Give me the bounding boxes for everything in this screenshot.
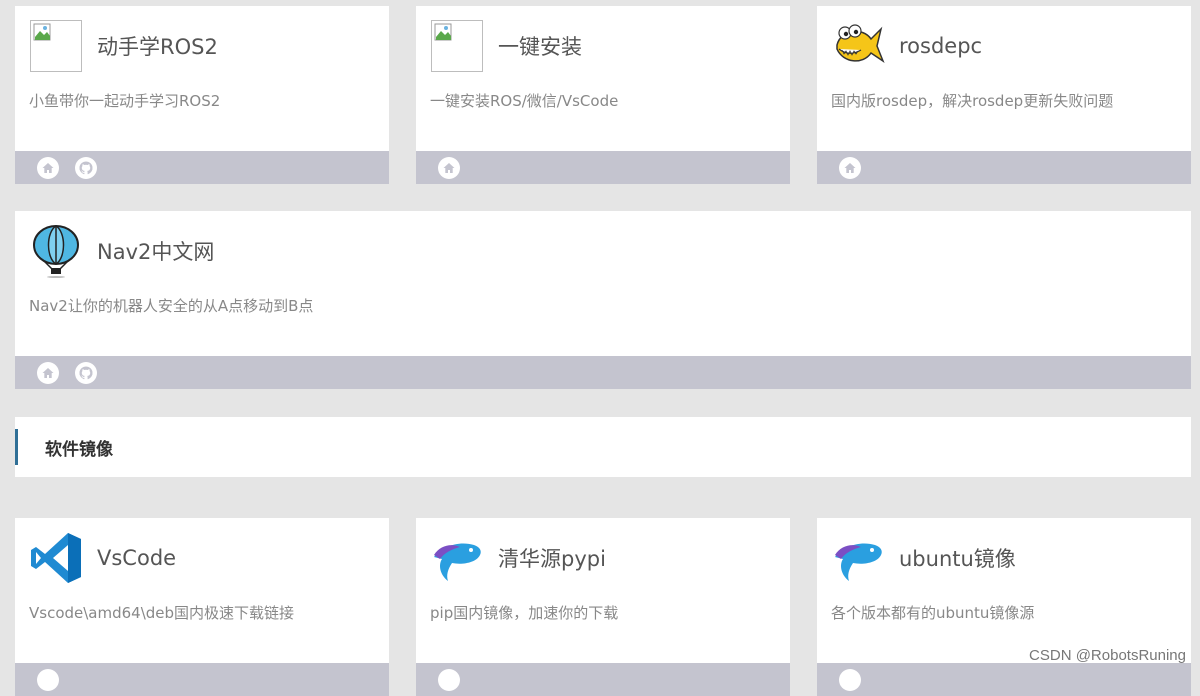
card-title[interactable]: 清华源pypi (498, 543, 606, 573)
card-description: 国内版rosdep，解决rosdep更新失败问题 (831, 92, 1114, 110)
home-icon[interactable] (37, 361, 59, 384)
card-dongshou-ros2[interactable]: 动手学ROS2 小鱼带你一起动手学习ROS2 (15, 6, 389, 184)
card-rosdepc[interactable]: rosdepc 国内版rosdep，解决rosdep更新失败问题 (817, 6, 1191, 184)
home-icon[interactable] (839, 668, 861, 691)
card-description: 各个版本都有的ubuntu镜像源 (831, 604, 1035, 622)
home-icon[interactable] (438, 668, 460, 691)
tuna-fish-icon (430, 531, 484, 585)
card-tsinghua-pypi[interactable]: 清华源pypi pip国内镜像，加速你的下载 (416, 518, 790, 696)
github-icon[interactable] (75, 156, 97, 179)
card-title[interactable]: ubuntu镜像 (899, 543, 1016, 573)
card-footer (15, 356, 1191, 389)
section-accent-bar (15, 429, 18, 465)
card-description: Vscode\amd64\deb国内极速下载链接 (29, 604, 295, 622)
home-icon[interactable] (839, 156, 861, 179)
card-footer (416, 663, 790, 696)
card-title[interactable]: rosdepc (899, 34, 982, 58)
card-ubuntu-mirror[interactable]: ubuntu镜像 各个版本都有的ubuntu镜像源 (817, 518, 1191, 696)
card-description: 一键安装ROS/微信/VsCode (430, 92, 619, 110)
card-title[interactable]: 动手学ROS2 (97, 31, 218, 61)
card-title[interactable]: 一键安装 (498, 31, 582, 61)
card-footer (817, 151, 1191, 184)
card-vscode[interactable]: VsCode Vscode\amd64\deb国内极速下载链接 (15, 518, 389, 696)
csdn-watermark: CSDN @RobotsRuning (1029, 647, 1186, 664)
card-title[interactable]: Nav2中文网 (97, 236, 214, 266)
vscode-icon (29, 531, 83, 585)
card-title[interactable]: VsCode (97, 546, 176, 570)
home-icon[interactable] (438, 156, 460, 179)
broken-image-icon (430, 19, 484, 73)
card-description: pip国内镜像，加速你的下载 (430, 604, 619, 622)
card-footer (817, 663, 1191, 696)
card-description: Nav2让你的机器人安全的从A点移动到B点 (29, 297, 314, 315)
card-footer (416, 151, 790, 184)
hot-air-balloon-icon (29, 224, 83, 278)
broken-image-icon (29, 19, 83, 73)
tuna-fish-icon (831, 531, 885, 585)
card-footer (15, 151, 389, 184)
card-nav2-chinese[interactable]: Nav2中文网 Nav2让你的机器人安全的从A点移动到B点 (15, 211, 1191, 389)
fish-mascot-icon (831, 19, 885, 73)
card-description: 小鱼带你一起动手学习ROS2 (29, 92, 221, 110)
home-icon[interactable] (37, 668, 59, 691)
card-one-click-install[interactable]: 一键安装 一键安装ROS/微信/VsCode (416, 6, 790, 184)
section-title: 软件镜像 (45, 439, 113, 460)
home-icon[interactable] (37, 156, 59, 179)
github-icon[interactable] (75, 361, 97, 384)
card-footer (15, 663, 389, 696)
section-header-software-mirrors: 软件镜像 (15, 417, 1191, 477)
